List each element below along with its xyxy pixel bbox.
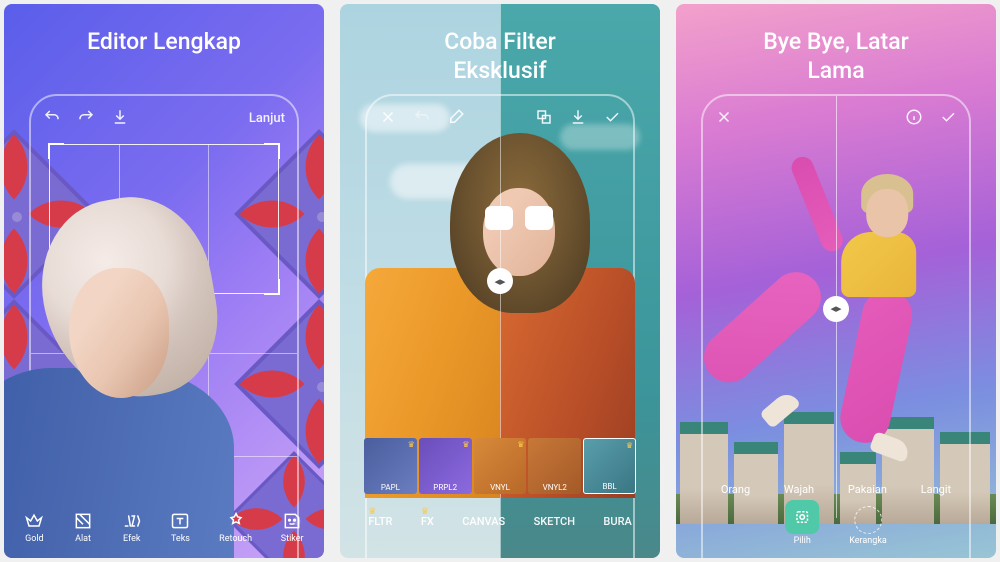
panel-editor: Editor Lengkap Lanjut Gold Alat Efek Tek… <box>4 4 324 558</box>
download-icon[interactable] <box>569 108 587 129</box>
thumb-papl[interactable]: ♛PAPL <box>364 438 417 494</box>
chip-orang[interactable]: Orang <box>721 483 750 496</box>
thumb-prpl2[interactable]: ♛PRPL2 <box>419 438 472 494</box>
undo-icon[interactable] <box>43 108 61 129</box>
check-icon[interactable] <box>603 108 621 129</box>
info-icon[interactable] <box>905 108 923 129</box>
tool-alat[interactable]: Alat <box>73 511 93 544</box>
tool-teks[interactable]: Teks <box>170 511 190 544</box>
chip-pakaian[interactable]: Pakaian <box>848 483 887 496</box>
tool-gold[interactable]: Gold <box>24 511 44 544</box>
tool-pilih[interactable]: Pilih <box>785 500 819 546</box>
filter-thumbnails: ♛PAPL ♛PRPL2 ♛VNYL VNYL2 ♛BBL <box>340 438 660 494</box>
chip-wajah[interactable]: Wajah <box>784 483 814 496</box>
download-icon[interactable] <box>111 108 129 129</box>
tool-kerangka[interactable]: Kerangka <box>849 506 887 546</box>
tab-canvas[interactable]: CANVAS <box>462 515 505 528</box>
tab-fx[interactable]: ♛FX <box>421 515 434 528</box>
thumb-vnyl2[interactable]: VNYL2 <box>528 438 581 494</box>
erase-icon[interactable] <box>447 108 465 129</box>
compare-handle-icon[interactable]: ◂▸ <box>823 296 849 322</box>
compare-handle-icon[interactable]: ◂▸ <box>487 268 513 294</box>
bottom-tools: Pilih Kerangka <box>785 500 887 546</box>
thumb-bbl[interactable]: ♛BBL <box>583 438 636 494</box>
tool-stiker[interactable]: Stiker <box>281 511 304 544</box>
panel-title: Coba Filter Eksklusif <box>340 28 660 86</box>
redo-icon[interactable] <box>77 108 95 129</box>
tab-fltr[interactable]: ♛FLTR <box>368 515 392 528</box>
panel-filter: ◂▸ Coba Filter Eksklusif ♛PAPL ♛PRPL2 ♛V… <box>340 4 660 558</box>
check-icon[interactable] <box>939 108 957 129</box>
thumb-vnyl[interactable]: ♛VNYL <box>474 438 527 494</box>
tool-retouch[interactable]: Retouch <box>219 511 252 544</box>
tab-sketch[interactable]: SKETCH <box>534 515 575 528</box>
editor-toolbar: Gold Alat Efek Teks Retouch Stiker <box>4 511 324 544</box>
layers-icon[interactable] <box>535 108 553 129</box>
tab-bura[interactable]: BURA <box>603 515 631 528</box>
tool-efek[interactable]: Efek <box>122 511 142 544</box>
editor-subject-image <box>4 168 244 558</box>
close-icon[interactable] <box>379 108 397 129</box>
panel-background: ◂▸ Bye Bye, Latar Lama Orang Wajah Pakai… <box>676 4 996 558</box>
chip-langit[interactable]: Langit <box>921 483 951 496</box>
panel-title: Bye Bye, Latar Lama <box>676 28 996 86</box>
select-icon <box>785 500 819 534</box>
skeleton-icon <box>854 506 882 534</box>
panel-title: Editor Lengkap <box>4 28 324 57</box>
next-button[interactable]: Lanjut <box>249 111 285 126</box>
undo-icon[interactable] <box>413 108 431 129</box>
filter-tabs: ♛FLTR ♛FX CANVAS SKETCH BURA <box>340 515 660 528</box>
close-icon[interactable] <box>715 108 733 129</box>
segment-chips: Orang Wajah Pakaian Langit <box>676 483 996 496</box>
